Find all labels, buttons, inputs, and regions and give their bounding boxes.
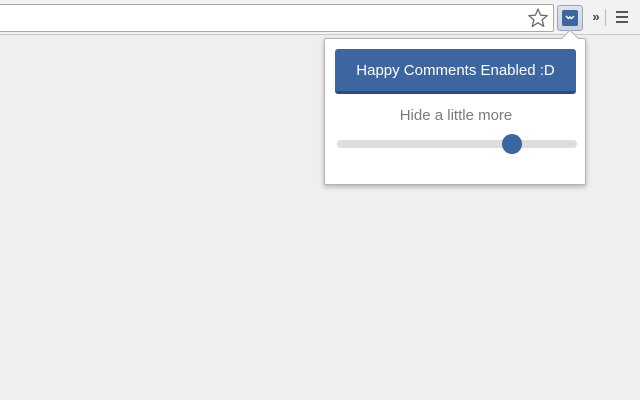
hide-level-slider[interactable] bbox=[337, 134, 577, 154]
extensions-overflow-chevron[interactable]: » bbox=[589, 8, 603, 26]
extension-popup: Happy Comments Enabled :D Hide a little … bbox=[324, 29, 586, 185]
happy-comments-extension-icon bbox=[562, 10, 578, 26]
slider-thumb[interactable] bbox=[502, 134, 523, 154]
star-icon[interactable] bbox=[527, 7, 549, 29]
happy-comments-extension-button[interactable] bbox=[557, 5, 583, 31]
browser-toolbar: » bbox=[0, 0, 640, 35]
address-bar[interactable] bbox=[0, 4, 554, 32]
hamburger-menu-icon[interactable] bbox=[614, 9, 630, 25]
slider-label: Hide a little more bbox=[399, 107, 513, 124]
toolbar-divider bbox=[605, 9, 606, 26]
happy-comments-toggle-button[interactable]: Happy Comments Enabled :D bbox=[335, 49, 576, 94]
